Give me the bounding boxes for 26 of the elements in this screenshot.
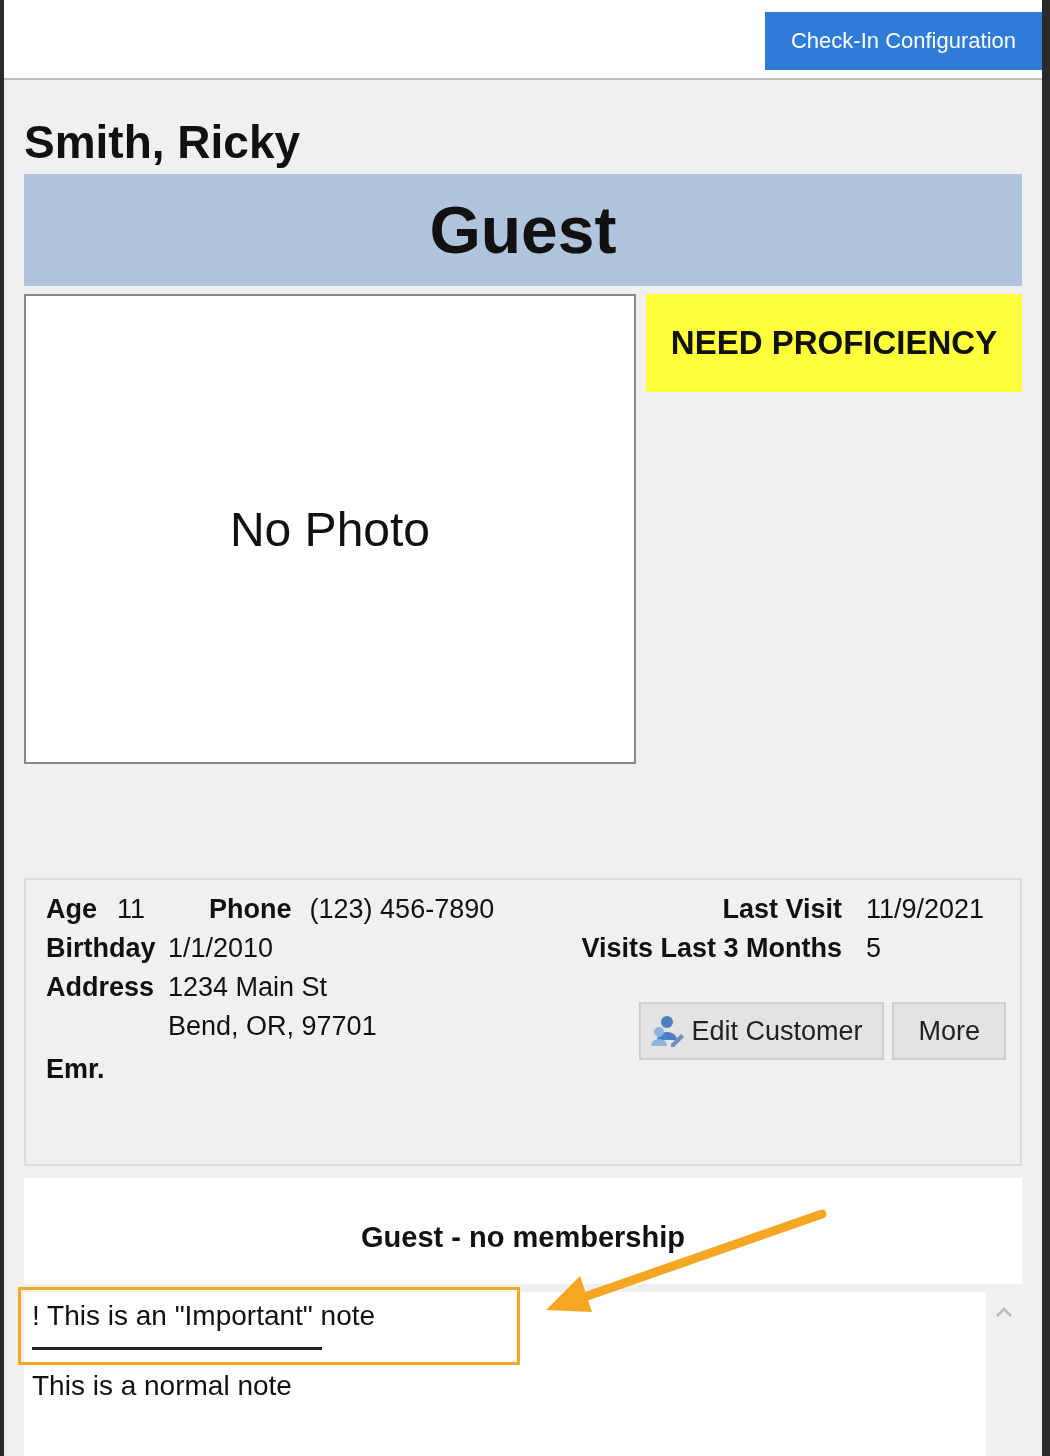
field-label: Last Visit <box>721 894 842 925</box>
no-photo-label: No Photo <box>229 501 431 557</box>
more-button[interactable]: More <box>892 1002 1006 1060</box>
scroll-up-icon[interactable] <box>995 1306 1013 1318</box>
customer-name: Smith, Ricky <box>24 116 302 168</box>
field-value: 11 <box>117 894 146 925</box>
note-text: This is a normal note <box>32 1370 293 1403</box>
field-label: Emr. <box>46 1054 105 1085</box>
field-label: Address <box>46 972 156 1003</box>
membership-panel: Guest - no membership <box>24 1178 1022 1284</box>
note-text: ! This is an "Important" note <box>32 1300 978 1350</box>
users-pencil-icon <box>651 1014 686 1048</box>
field-label: Visits Last 3 Months <box>581 933 842 964</box>
field-value: 11/9/2021 <box>866 894 986 925</box>
field-label: Birthday <box>46 933 157 964</box>
field-value: 1234 Main St <box>168 972 328 1003</box>
status-banner: Guest <box>24 174 1022 286</box>
field-value: (123) 456-7890 <box>309 894 495 925</box>
check-in-configuration-button[interactable]: Check-In Configuration <box>765 12 1042 70</box>
field-label: Age <box>46 894 97 925</box>
edit-customer-button[interactable]: Edit Customer <box>639 1002 885 1060</box>
field-label: Phone <box>209 894 292 925</box>
field-value: Bend, OR, 97701 <box>168 1011 377 1042</box>
field-value: 5 <box>866 933 883 964</box>
field-value: 1/1/2010 <box>168 933 274 964</box>
proficiency-badge: NEED PROFICIENCY <box>646 294 1022 392</box>
